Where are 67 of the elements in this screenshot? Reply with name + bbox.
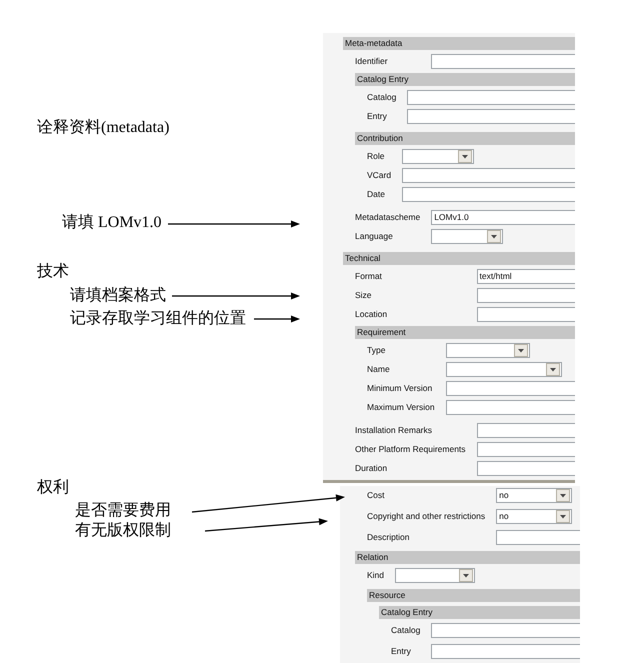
field-label: Duration xyxy=(355,462,388,475)
annotation-note: 记录存取学习组件的位置 xyxy=(70,310,246,328)
text-field[interactable] xyxy=(476,461,575,476)
section-header: Requirement xyxy=(355,326,575,339)
annotation-heading: 权利 xyxy=(37,479,69,497)
text-field[interactable] xyxy=(496,530,580,545)
field-label: Entry xyxy=(391,645,412,658)
field-label: Location xyxy=(355,308,388,321)
field-label: Maximum Version xyxy=(367,401,435,414)
annotation-note: 请填档案格式 xyxy=(70,287,166,305)
caret-icon[interactable] xyxy=(556,489,570,502)
caret-icon[interactable] xyxy=(514,344,528,357)
text-field[interactable] xyxy=(407,109,575,124)
field-label: Role xyxy=(367,150,386,163)
field-label: Entry xyxy=(367,110,388,123)
annotation-heading: 技术 xyxy=(37,263,69,281)
text-field[interactable] xyxy=(476,288,575,303)
field-label: Catalog xyxy=(391,624,420,637)
field-label: Minimum Version xyxy=(367,382,434,395)
annotation-note: 是否需要费用 xyxy=(75,502,171,520)
dropdown[interactable]: no xyxy=(496,509,572,524)
field-label: Metadatascheme xyxy=(355,211,420,224)
text-field[interactable] xyxy=(476,442,575,457)
section-header: Meta-metadata xyxy=(343,37,575,50)
field-label: VCard xyxy=(367,169,392,182)
section-header: Relation xyxy=(355,551,580,564)
section-header: Catalog Entry xyxy=(379,606,580,619)
section-header: Contribution xyxy=(355,132,575,145)
text-field[interactable] xyxy=(476,307,575,322)
field-label: Date xyxy=(367,188,386,201)
field-label: Size xyxy=(355,289,373,302)
field-label: Format xyxy=(355,270,383,283)
annotation-note: 请填 LOMv1.0 xyxy=(62,214,162,232)
field-label: Identifier xyxy=(355,55,389,68)
field-label: Installation Remarks xyxy=(355,424,434,437)
text-field[interactable] xyxy=(446,381,575,396)
arrow xyxy=(254,315,300,323)
caret-icon[interactable] xyxy=(556,510,570,523)
section-header: Catalog Entry xyxy=(355,73,575,86)
text-field[interactable] xyxy=(402,187,575,202)
caret-icon[interactable] xyxy=(487,230,502,243)
text-field[interactable]: text/html xyxy=(476,269,575,284)
text-field[interactable]: LOMv1.0 xyxy=(431,210,575,225)
field-label: Catalog xyxy=(367,91,396,104)
dropdown[interactable]: no xyxy=(496,488,572,503)
text-field[interactable] xyxy=(446,400,575,415)
field-label: Kind xyxy=(367,569,384,582)
section-header: Resource xyxy=(367,589,580,602)
field-label: Language xyxy=(355,230,394,243)
annotation-heading: 诠释资料(metadata) xyxy=(37,119,170,137)
section-header: Technical xyxy=(343,252,575,265)
text-field[interactable] xyxy=(431,623,580,638)
annotation-note: 有无版权限制 xyxy=(75,522,171,540)
text-field[interactable] xyxy=(402,168,575,183)
field-label: Cost xyxy=(367,489,386,502)
field-label: Other Platform Requirements xyxy=(355,443,466,456)
field-label: Name xyxy=(367,363,391,376)
field-label: Copyright and other restrictions xyxy=(367,510,486,523)
caret-icon[interactable] xyxy=(459,569,474,582)
field-label: Type xyxy=(367,344,386,357)
text-field[interactable] xyxy=(431,644,580,659)
field-label: Description xyxy=(367,531,411,544)
caret-icon[interactable] xyxy=(458,150,472,163)
text-field[interactable] xyxy=(407,90,575,105)
caret-icon[interactable] xyxy=(546,363,560,376)
text-field[interactable] xyxy=(476,423,575,438)
text-field[interactable] xyxy=(431,54,575,69)
